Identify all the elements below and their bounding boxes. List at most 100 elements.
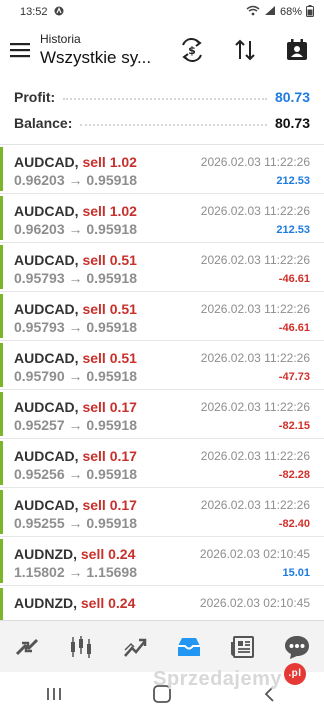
trade-row[interactable]: AUDCAD, sell 0.51 0.95793 → 0.95918 2026… [0,243,324,292]
quotes-icon [15,638,39,655]
trade-profit: -82.28 [278,469,310,481]
trade-symbol: AUDCAD, [14,399,79,415]
trade-row[interactable]: AUDCAD, sell 0.17 0.95257 → 0.95918 2026… [0,390,324,439]
nav-messages[interactable] [277,627,317,667]
trade-side: sell 0.17 [82,399,137,415]
trade-list: AUDCAD, sell 1.02 0.96203 → 0.95918 2026… [0,145,324,635]
trade-time: 2026.02.03 11:22:26 [200,351,310,365]
trade-side: sell 0.24 [80,546,136,562]
profit-label: Profit: [14,89,56,105]
profit-row: Profit: 80.73 [0,84,324,110]
trade-title: AUDCAD, sell 0.17 [14,399,137,415]
trade-time: 2026.02.03 11:22:26 [200,400,310,414]
trade-title: AUDNZD, sell 0.24 [14,546,135,562]
row-accent [0,147,3,191]
dollar-swap-button[interactable]: $ [178,36,206,64]
title-block[interactable]: Historia Wszystkie sy... [40,32,151,68]
trade-row[interactable]: AUDCAD, sell 0.17 0.95255 → 0.95918 2026… [0,488,324,537]
trade-prices: 0.95793 → 0.95918 [14,270,137,286]
trade-row[interactable]: AUDNZD, sell 0.24 1.15802 → 1.15698 2026… [0,537,324,586]
row-accent [0,539,3,583]
trade-profit: 212.53 [276,175,310,187]
trade-profit: 212.53 [276,224,310,236]
balance-label: Balance: [14,115,73,131]
messages-icon [285,635,309,659]
summary-panel: Profit: 80.73 Balance: 80.73 [0,84,324,136]
trade-side: sell 0.51 [82,252,137,268]
trade-time: 2026.02.03 02:10:45 [199,547,310,561]
trade-prices: 0.95793 → 0.95918 [14,319,137,335]
bottom-nav [0,620,324,672]
trade-symbol: AUDCAD, [14,448,79,464]
trade-symbol: AUDCAD, [14,497,79,513]
trade-symbol: AUDCAD, [14,301,79,317]
trade-prices: 0.95256 → 0.95918 [14,466,137,482]
row-accent [0,441,3,485]
nav-history[interactable] [169,627,209,667]
wifi-icon [246,5,260,19]
leader-dots [63,98,267,100]
row-accent [0,196,3,240]
trade-symbol: AUDCAD, [14,203,79,219]
page-title: Wszystkie sy... [40,48,152,67]
trade-profit: -46.61 [278,322,310,334]
notification-icon [54,6,64,19]
chart-icon [71,635,91,658]
watermark: Sprzedajemy .pl [153,662,306,691]
trade-profit: -46.61 [278,273,310,285]
trade-row[interactable]: AUDCAD, sell 0.51 0.95790 → 0.95918 2026… [0,341,324,390]
recent-apps-button[interactable] [44,684,64,709]
trade-prices: 0.95255 → 0.95918 [14,515,137,531]
trade-side: sell 0.17 [82,448,137,464]
trade-profit: -47.73 [278,371,310,383]
trade-title: AUDCAD, sell 0.17 [14,497,137,513]
row-accent [0,343,3,387]
row-accent [0,245,3,289]
trade-title: AUDCAD, sell 0.51 [14,301,137,317]
period-button[interactable] [283,36,311,64]
trade-side: sell 1.02 [82,154,137,170]
trade-symbol: AUDCAD, [14,252,79,268]
battery-percent: 68% [279,6,302,18]
trade-side: sell 0.51 [82,350,137,366]
menu-button[interactable] [0,30,40,70]
history-icon [178,637,200,656]
trade-side: sell 0.24 [80,595,136,611]
trade-side: sell 1.02 [82,203,137,219]
trade-title: AUDCAD, sell 0.17 [14,448,137,464]
trade-symbol: AUDNZD, [14,595,77,611]
nav-quotes[interactable] [7,627,47,667]
trade-symbol: AUDCAD, [14,350,79,366]
leader-dots [80,124,267,126]
trade-prices: 0.95257 → 0.95918 [14,417,137,433]
trade-row[interactable]: AUDCAD, sell 1.02 0.96203 → 0.95918 2026… [0,145,324,194]
row-accent [0,294,3,338]
trade-side: sell 0.17 [82,497,137,513]
news-icon [231,635,254,658]
trade-time: 2026.02.03 11:22:26 [200,253,310,267]
trade-time: 2026.02.03 02:10:45 [199,596,310,610]
nav-trade[interactable] [115,627,155,667]
trade-row[interactable]: AUDCAD, sell 1.02 0.96203 → 0.95918 2026… [0,194,324,243]
nav-news[interactable] [223,627,263,667]
trade-row[interactable]: AUDCAD, sell 0.51 0.95793 → 0.95918 2026… [0,292,324,341]
trade-time: 2026.02.03 11:22:26 [200,204,310,218]
sort-button[interactable] [231,36,259,64]
trade-row[interactable]: AUDCAD, sell 0.17 0.95256 → 0.95918 2026… [0,439,324,488]
nav-chart[interactable] [61,627,101,667]
menu-icon [10,43,30,58]
recent-apps-icon [46,687,61,700]
trade-symbol: AUDCAD, [14,154,79,170]
trade-title: AUDCAD, sell 0.51 [14,350,137,366]
trade-title: AUDNZD, sell 0.24 [14,595,135,611]
dollar-swap-icon: $ [182,38,202,62]
status-bar: 13:52 68% [0,0,324,24]
page-subtitle: Historia [40,32,81,46]
trade-prices: 0.95790 → 0.95918 [14,368,137,384]
trade-icon [124,638,147,657]
balance-value: 80.73 [274,115,310,131]
trade-prices: 0.96203 → 0.95918 [14,172,137,188]
svg-text:$: $ [188,44,196,57]
row-accent [0,490,3,534]
trade-profit: -82.15 [278,420,310,432]
